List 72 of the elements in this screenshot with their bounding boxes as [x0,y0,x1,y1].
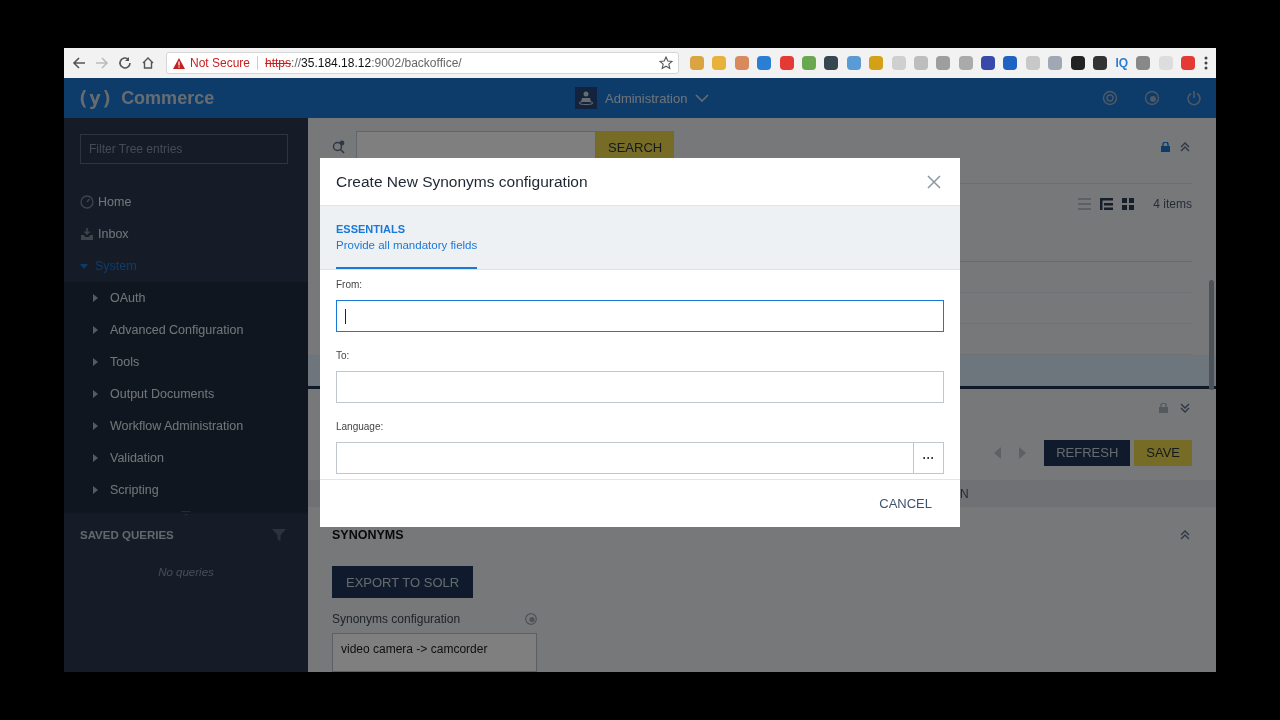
close-icon[interactable] [927,174,941,189]
caret-icon [91,486,99,494]
address-bar[interactable]: Not Secure https://35.184.18.12:9002/backoffice/ [166,52,679,74]
tree-item[interactable]: OAuth [64,282,308,314]
chevrons-up-icon[interactable] [1180,529,1190,540]
tree-item[interactable]: Validation [64,442,308,474]
tree-item[interactable]: Inbox [64,218,308,250]
reload-icon[interactable] [118,56,132,70]
field-label: Synonyms configuration [332,611,461,626]
field-label: To: [336,350,351,363]
chevron-down-icon [695,94,710,102]
warning-icon [173,57,185,69]
field-label: From: [336,279,364,292]
forward-icon[interactable] [95,56,109,70]
field-label: Language: [336,421,385,434]
refresh-button[interactable]: REFRESH [1044,439,1131,466]
caret-icon [91,422,99,430]
dialog-title: Create New Synonyms configuration [336,172,588,191]
scrollbar[interactable] [1209,280,1214,390]
logo-mark: (y) [77,86,114,110]
next-icon[interactable] [1019,446,1027,459]
inbox-icon [80,227,94,241]
star-icon[interactable] [659,56,673,70]
gauge-icon [80,195,94,209]
tree-item[interactable]: Workflow Administration [64,410,308,442]
extension-icon[interactable]: IQ [1115,56,1129,70]
section-title: SYNONYMS [332,527,404,542]
admin-icon [575,87,597,109]
section-title: SAVED QUERIES [80,529,174,541]
back-icon[interactable] [72,56,86,70]
input-field[interactable] [336,300,944,332]
perspective-selector[interactable]: Administration [575,87,710,109]
filter-icon[interactable] [272,528,286,542]
caret-icon [91,358,99,366]
editor-tab[interactable]: N [960,486,969,501]
url-text: https://35.184.18.12:9002/backoffice/ [265,56,462,70]
cancel-button[interactable]: CANCEL [879,496,932,511]
list-view-icon[interactable] [1078,198,1092,211]
tree-item[interactable]: Home [64,186,308,218]
item-count: 4 items [1153,197,1192,212]
extension-icon[interactable] [981,56,996,70]
caret-icon [80,262,88,270]
logo-text: Commerce [121,87,215,109]
tree-item[interactable]: Advanced Configuration [64,314,308,346]
browse-button[interactable]: ··· [913,442,944,474]
save-button[interactable]: SAVE [1134,439,1192,466]
home-icon[interactable] [141,56,155,70]
export-button[interactable]: EXPORT TO SOLR [332,566,474,598]
caret-icon [91,454,99,462]
previous-icon[interactable] [994,446,1002,459]
caret-icon [91,326,99,334]
extension-icon[interactable] [824,56,839,70]
security-label: Not Secure [190,56,251,70]
lock-icon[interactable] [1161,142,1170,153]
tree-item[interactable]: Output Documents [64,378,308,410]
chevrons-down-icon[interactable] [1180,403,1190,414]
grid-view-icon[interactable] [1122,198,1135,211]
text-area[interactable]: video camera -> camcorder [332,632,537,672]
chevrons-up-icon[interactable] [1180,142,1190,153]
tree-item[interactable]: Scripting [64,474,308,506]
lock-icon[interactable] [1159,403,1168,414]
power-icon[interactable] [1186,90,1202,106]
tree-view-icon[interactable] [1100,198,1114,211]
caret-icon [91,390,99,398]
tree-item[interactable]: Tools [64,346,308,378]
extension-icon[interactable] [1070,56,1085,70]
search-icon[interactable] [332,140,346,155]
input-field[interactable] [336,371,944,403]
language-field[interactable] [336,442,913,474]
menu-icon[interactable] [1203,56,1208,70]
extension-icon[interactable] [1093,56,1108,70]
caret-icon [91,294,99,302]
